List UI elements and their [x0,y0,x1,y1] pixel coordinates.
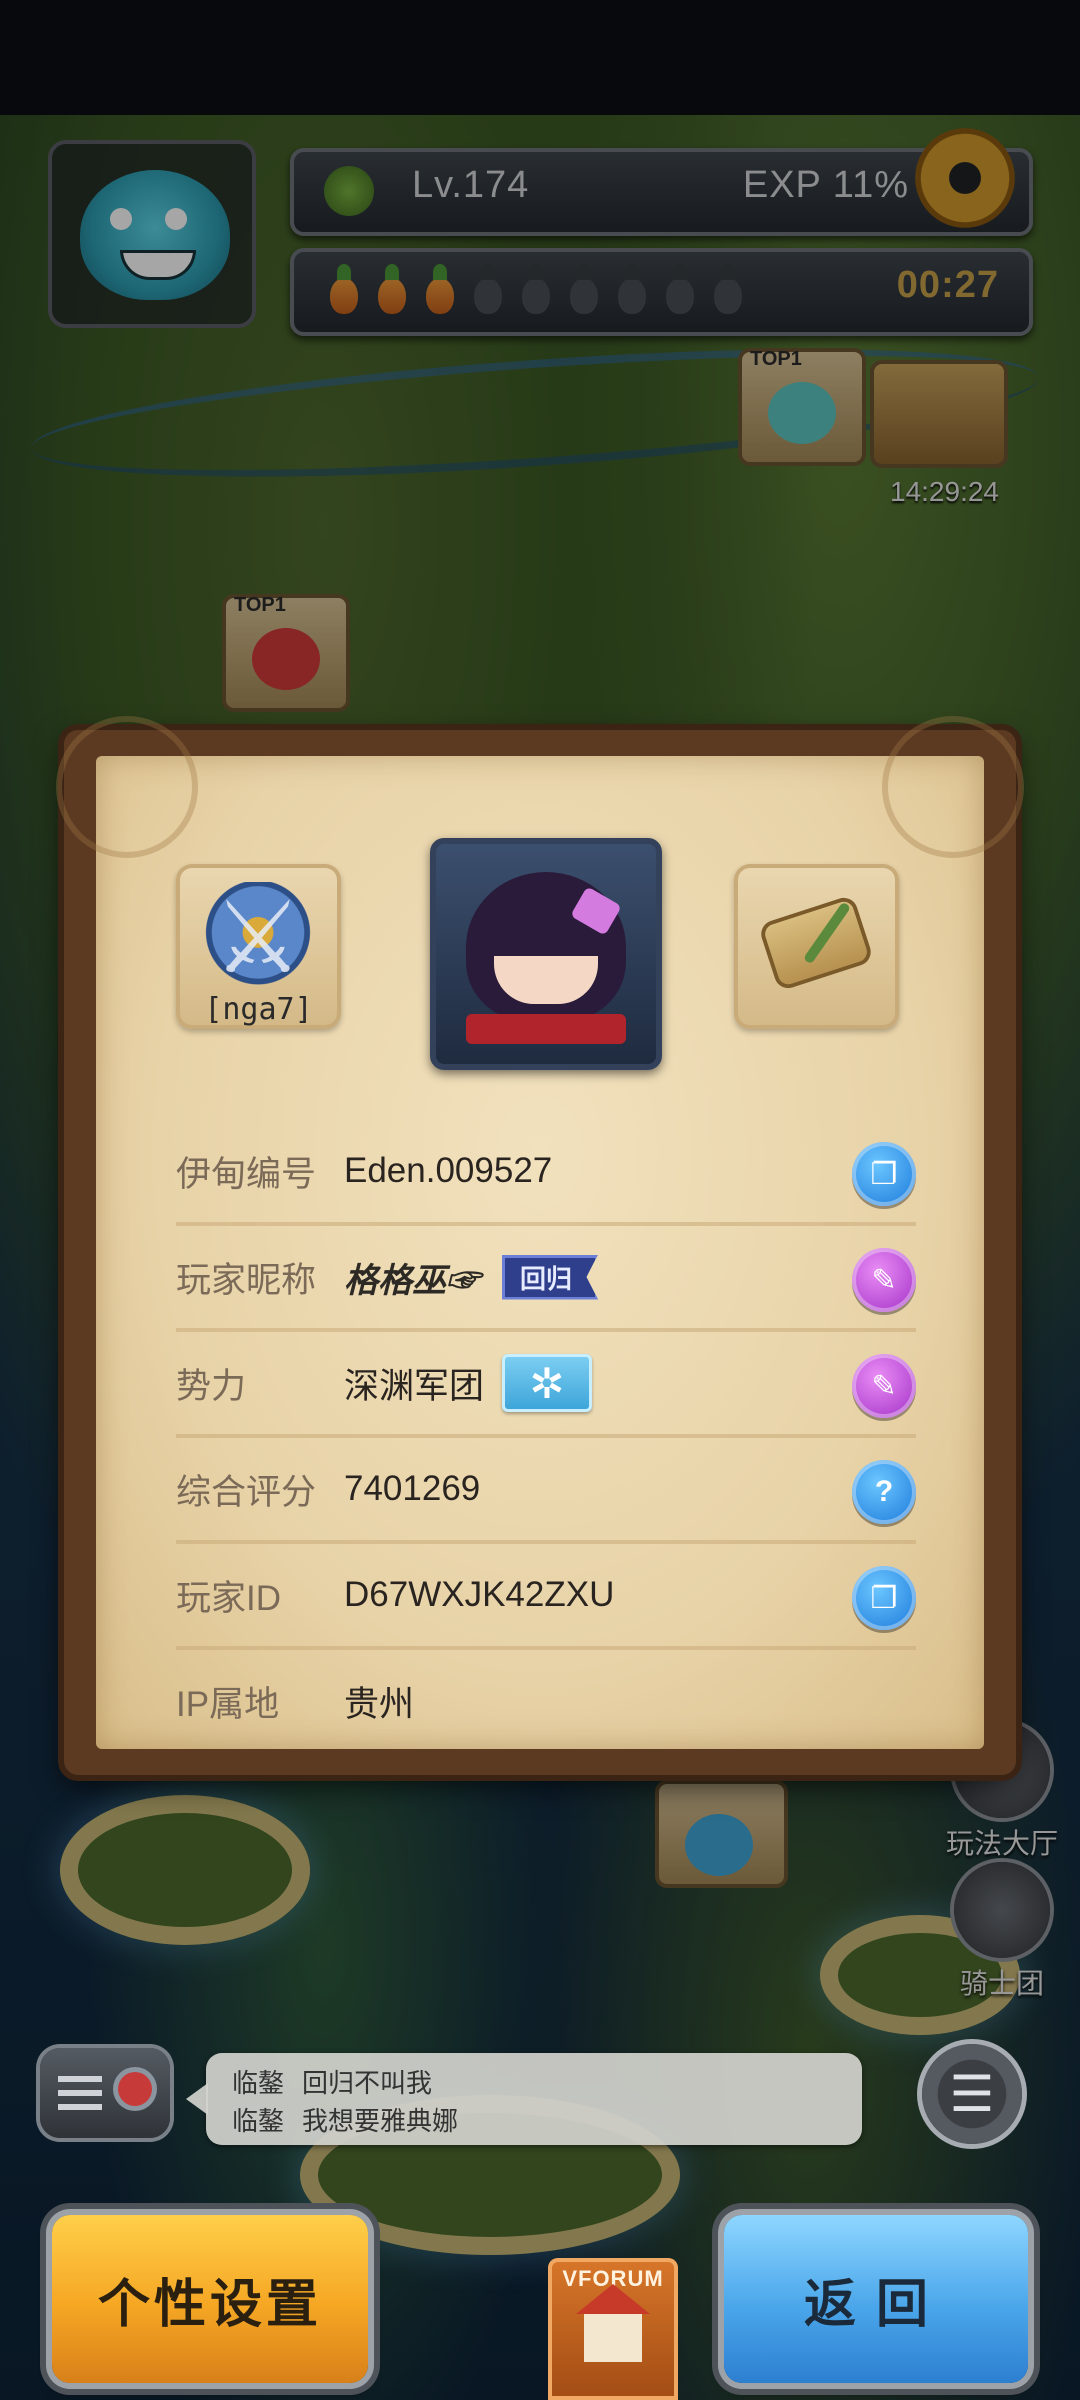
row-label: 玩家ID [176,1578,282,1618]
row-nickname: 玩家昵称 格格巫☞ 回归 ✎ [176,1226,916,1332]
row-value: 贵州 [344,1684,415,1724]
personal-settings-button[interactable]: 个性设置 [52,2215,368,2383]
chat-text: 我想要雅典娜 [302,2106,459,2136]
edit-nickname-pencil-icon[interactable]: ✎ [852,1248,916,1312]
row-value: D67WXJK42ZXU [344,1575,615,1614]
menu-icon[interactable] [922,2044,1022,2144]
nickname-value: 格格巫☞ [344,1260,480,1301]
question-icon[interactable]: ? [852,1460,916,1524]
row-label: 综合评分 [176,1472,317,1512]
guild-tag: [nga7] [204,992,313,1027]
house-icon [576,2284,650,2362]
row-label: IP属地 [176,1684,280,1724]
chat-sender: 临鏊 [232,2107,285,2137]
profile-info-list: 伊甸编号 Eden.009527 ❐ 玩家昵称 格格巫☞ 回归 ✎ 势力 深渊军… [176,1120,916,1752]
copy-icon[interactable]: ❐ [852,1566,916,1630]
chat-message: 临鏊 我想要雅典娜 [232,2101,458,2138]
portrait-scarf [466,1014,626,1044]
corner-ornament [882,716,1024,858]
row-label: 势力 [176,1366,247,1406]
row-ip-location: IP属地 贵州 [176,1650,916,1752]
forum-button[interactable]: VFORUM [548,2258,678,2400]
chat-radio-icon[interactable] [40,2048,170,2138]
faction-emblem-icon: ✲ [502,1354,593,1412]
row-value: Eden.009527 [344,1151,553,1190]
copy-icon[interactable]: ❐ [852,1142,916,1206]
chat-preview[interactable]: 临鏊 回归不叫我 临鏊 我想要雅典娜 [186,2053,862,2145]
chat-sender: 临鏊 [232,2069,285,2099]
rank-badge-slot[interactable]: [nga7] [176,864,341,1029]
row-player-id: 玩家ID D67WXJK42ZXU ❐ [176,1544,916,1650]
row-faction: 势力 深渊军团 ✲ ✎ [176,1332,916,1438]
back-button[interactable]: 返回 [724,2215,1028,2383]
row-value: 深渊军团 [344,1366,485,1406]
row-label: 伊甸编号 [176,1154,317,1194]
row-label: 玩家昵称 [176,1260,317,1300]
row-eden-id: 伊甸编号 Eden.009527 ❐ [176,1120,916,1226]
scroll-icon [762,892,872,992]
scroll-slot[interactable] [734,864,899,1029]
player-portrait[interactable] [430,838,662,1070]
portrait-ribbon [570,886,622,936]
row-score: 综合评分 7401269 ? [176,1438,916,1544]
edit-faction-pencil-icon[interactable]: ✎ [852,1354,916,1418]
row-value: 7401269 [344,1469,481,1508]
chat-message: 临鏊 回归不叫我 [232,2063,432,2100]
chat-text: 回归不叫我 [302,2068,433,2098]
crossed-swords-icon [202,882,314,994]
return-badge: 回归 [502,1254,599,1300]
corner-ornament [56,716,198,858]
